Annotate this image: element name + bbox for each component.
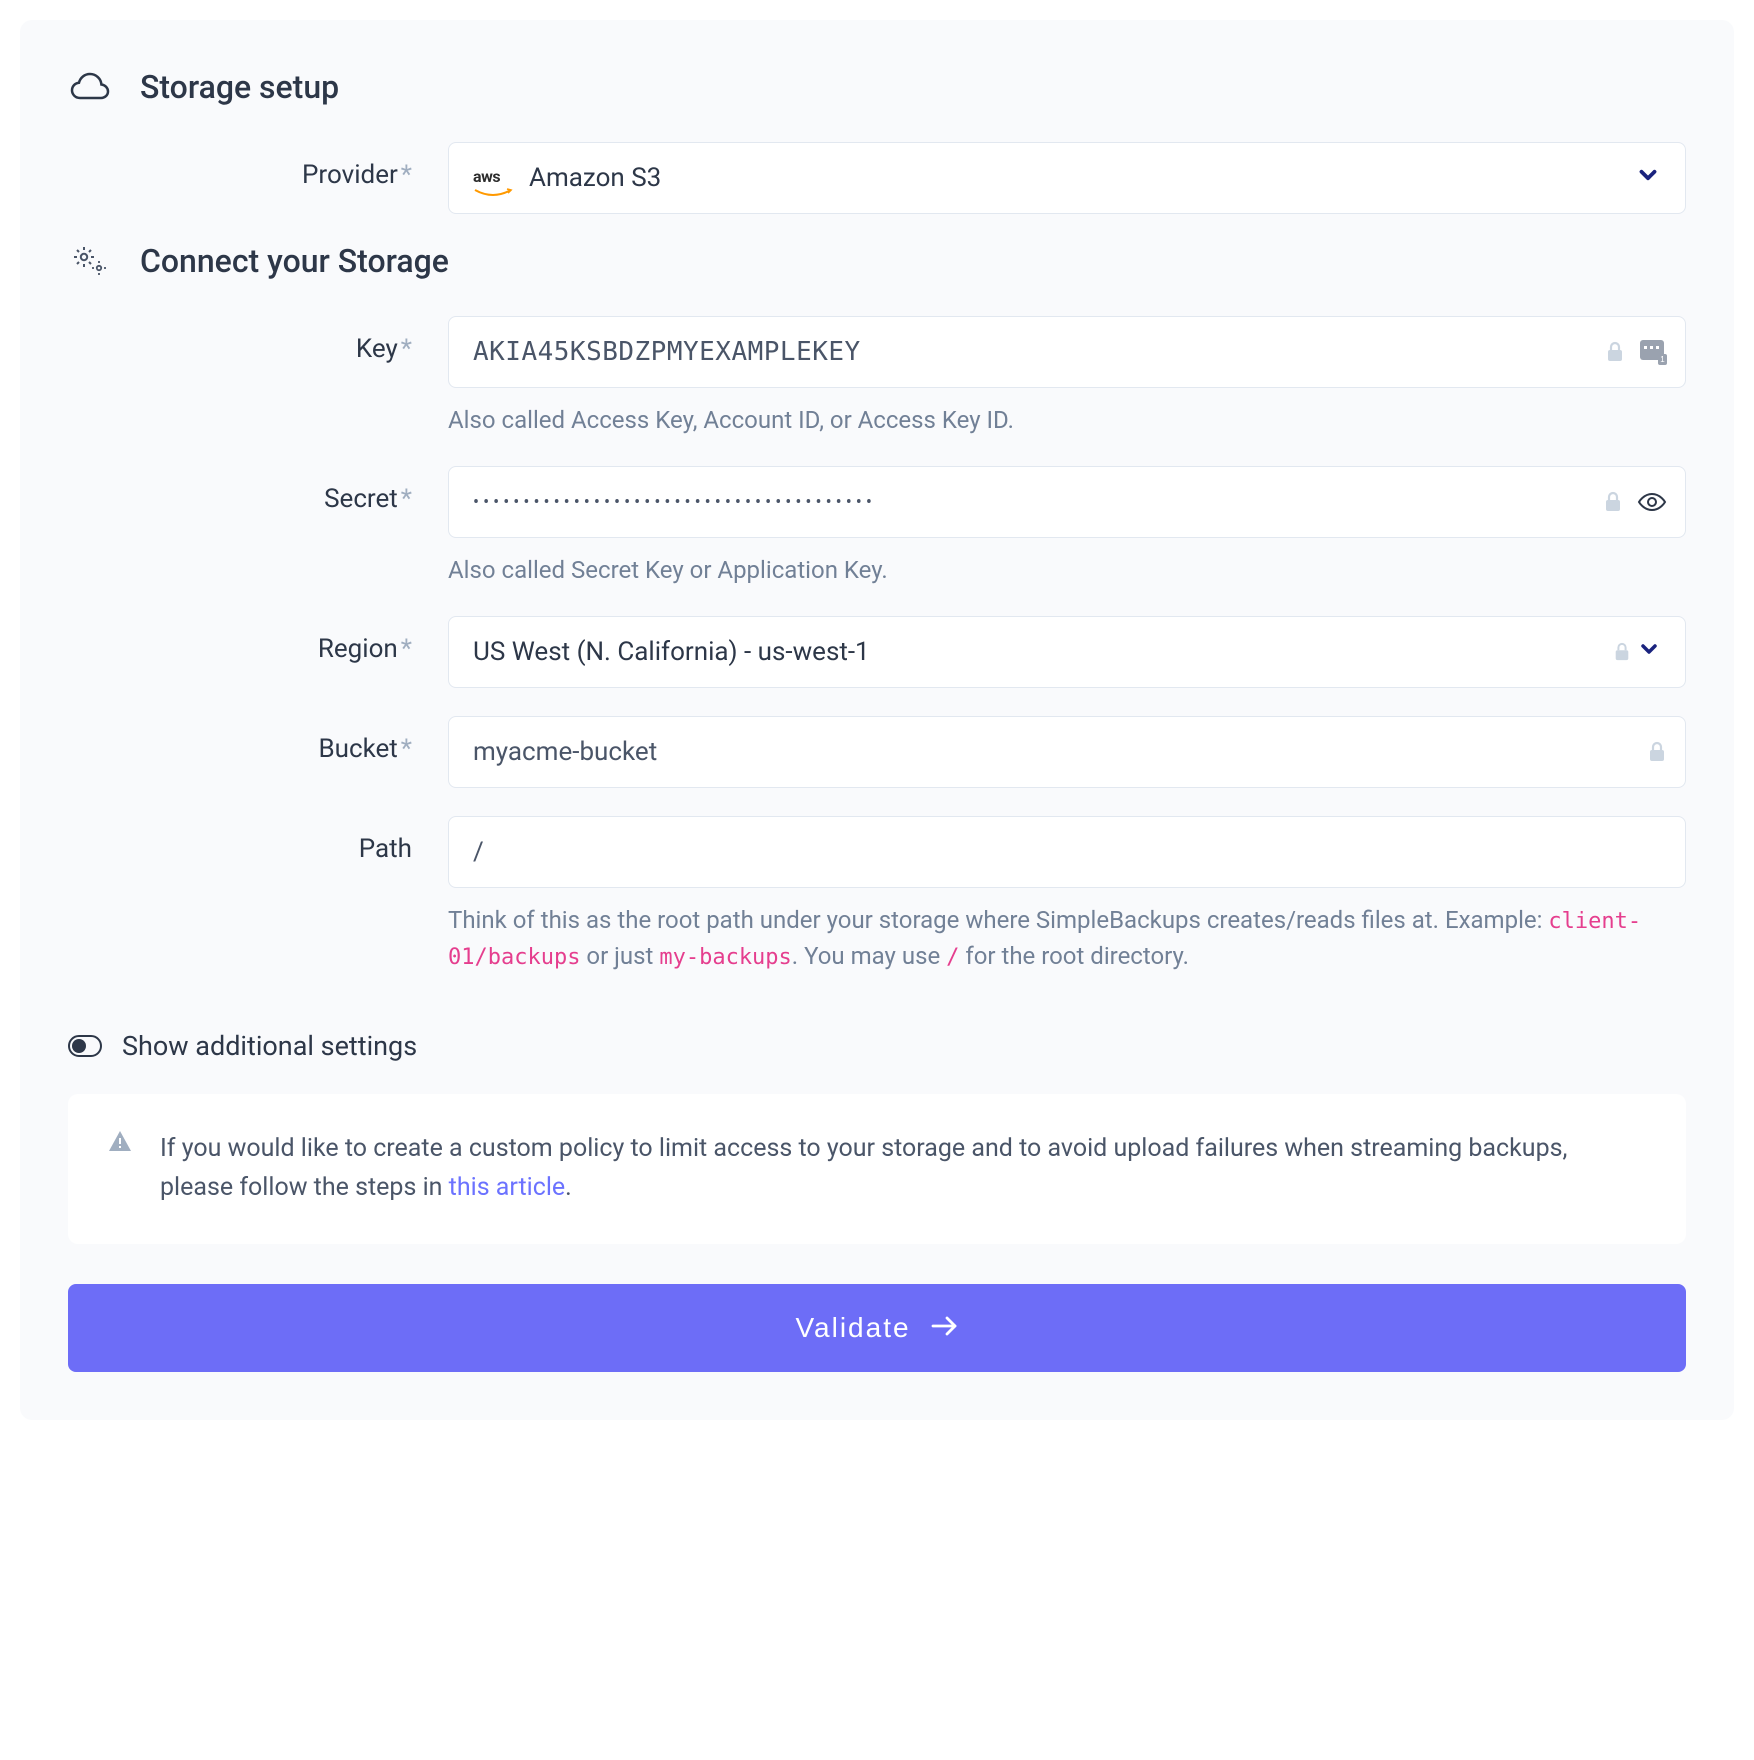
lock-icon (1613, 642, 1631, 662)
key-input[interactable] (473, 317, 1661, 387)
path-input-wrap (448, 816, 1686, 888)
bucket-input[interactable] (473, 717, 1661, 787)
notice-link[interactable]: this article (449, 1173, 566, 1202)
validate-button[interactable]: Validate (68, 1284, 1686, 1372)
section-title-storage: Storage setup (140, 68, 339, 106)
policy-notice: If you would like to create a custom pol… (68, 1094, 1686, 1244)
lock-icon (1647, 741, 1667, 763)
aws-icon: aws (473, 159, 513, 198)
row-secret: Secret* Also called Secret Key or Applic… (68, 466, 1686, 588)
helper-path: Think of this as the root path under you… (448, 902, 1686, 974)
notice-text: If you would like to create a custom pol… (160, 1130, 1646, 1208)
label-region: Region* (68, 616, 448, 664)
row-key: Key* 1 Also called Access Key, Account I… (68, 316, 1686, 438)
secret-input[interactable] (473, 467, 1661, 537)
row-path: Path Think of this as the root path unde… (68, 816, 1686, 974)
lock-icon (1605, 341, 1625, 363)
label-path: Path (68, 816, 448, 864)
region-select[interactable]: US West (N. California) - us-west-1 (448, 616, 1686, 688)
label-bucket: Bucket* (68, 716, 448, 764)
eye-icon[interactable] (1637, 491, 1667, 513)
label-secret: Secret* (68, 466, 448, 514)
provider-select[interactable]: aws Amazon S3 (448, 142, 1686, 214)
region-value: US West (N. California) - us-west-1 (473, 637, 1613, 667)
label-key: Key* (68, 316, 448, 364)
gears-icon (68, 245, 112, 277)
label-provider: Provider* (68, 142, 448, 190)
helper-key: Also called Access Key, Account ID, or A… (448, 402, 1686, 438)
storage-setup-card: Storage setup Provider* aws Amazon S3 (20, 20, 1734, 1420)
svg-text:1: 1 (1660, 355, 1665, 364)
cloud-icon (68, 72, 112, 102)
arrow-right-icon (931, 1312, 959, 1344)
helper-secret: Also called Secret Key or Application Ke… (448, 552, 1686, 588)
additional-settings-toggle[interactable] (68, 1035, 102, 1057)
row-region: Region* US West (N. California) - us-wes… (68, 616, 1686, 688)
secret-input-wrap (448, 466, 1686, 538)
lock-icon (1603, 491, 1623, 513)
path-input[interactable] (473, 817, 1661, 887)
validate-label: Validate (795, 1312, 910, 1344)
chevron-down-icon (1635, 162, 1661, 195)
row-additional-settings: Show additional settings (68, 1030, 1686, 1062)
additional-settings-label: Show additional settings (122, 1030, 417, 1062)
row-bucket: Bucket* (68, 716, 1686, 788)
bucket-input-wrap (448, 716, 1686, 788)
section-header-connect: Connect your Storage (68, 242, 1686, 280)
key-input-wrap: 1 (448, 316, 1686, 388)
warning-icon (108, 1130, 132, 1156)
row-provider: Provider* aws Amazon S3 (68, 142, 1686, 214)
section-title-connect: Connect your Storage (140, 242, 449, 280)
chevron-down-icon (1637, 637, 1661, 668)
provider-value: Amazon S3 (529, 163, 1635, 193)
password-manager-icon[interactable]: 1 (1639, 339, 1667, 365)
section-header-storage: Storage setup (68, 68, 1686, 106)
